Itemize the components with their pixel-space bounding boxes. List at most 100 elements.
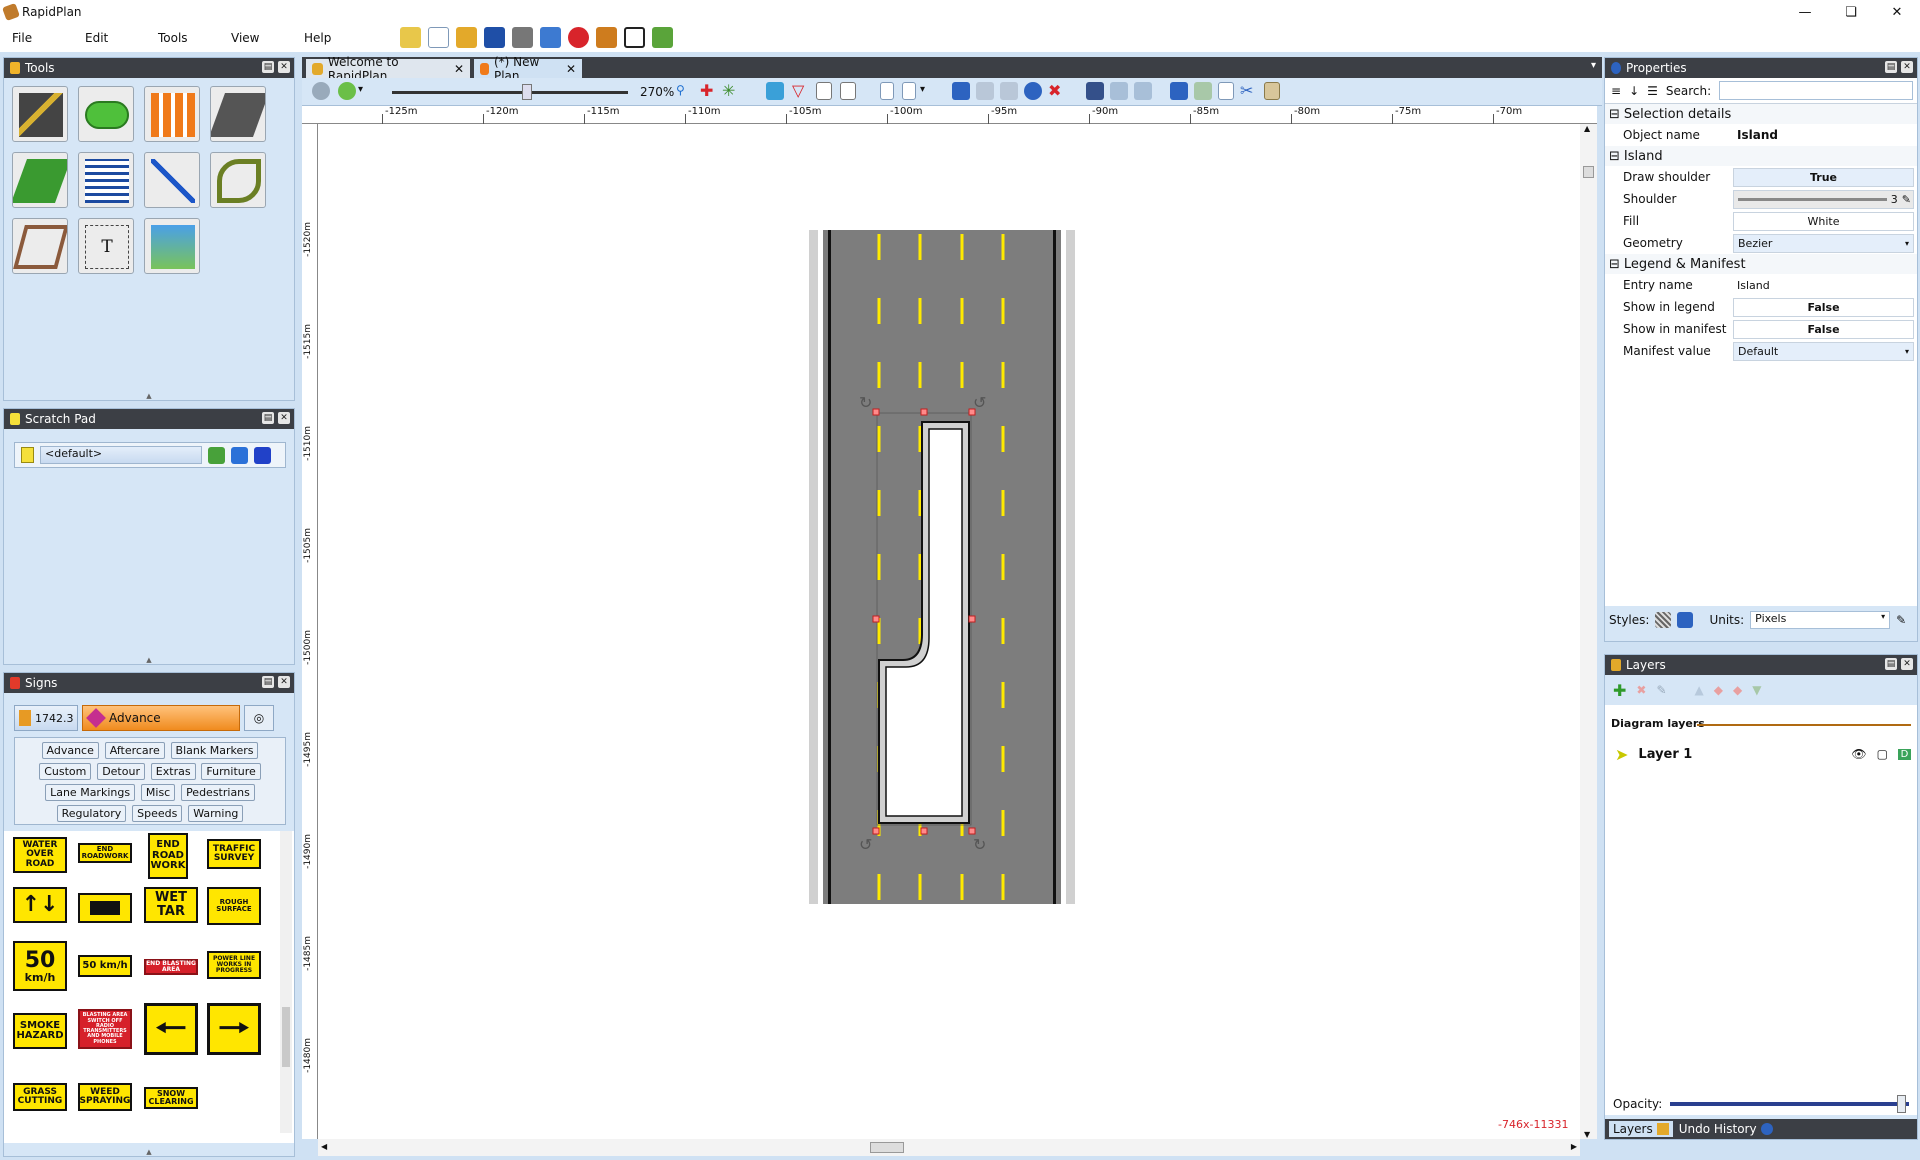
rotate-handle-icon[interactable]: ↺ — [973, 393, 986, 412]
menu-view[interactable]: View — [219, 31, 292, 45]
resize-handle[interactable] — [872, 827, 880, 835]
resize-handle[interactable] — [920, 827, 928, 835]
binoculars-icon[interactable]: ◎ — [244, 705, 274, 731]
edit-icon[interactable]: ✎ — [1902, 193, 1911, 206]
sign-arrow-left[interactable]: 🠐 — [144, 1003, 198, 1055]
arrow-left-icon[interactable] — [208, 446, 225, 464]
tool-lane-marking[interactable] — [210, 86, 266, 142]
sign-weed-spraying[interactable]: WEED SPRAYING — [78, 1083, 132, 1111]
tab-list-chevron-icon[interactable]: ▾ — [1591, 60, 1596, 71]
scratch-pad-grip[interactable]: ▲ — [4, 656, 294, 664]
sign-list-scrollbar[interactable] — [280, 831, 292, 1133]
north-icon[interactable]: ✳ — [722, 81, 735, 100]
tools-panel-grip[interactable]: ▲ — [4, 392, 294, 400]
sign-category-select[interactable]: Advance — [82, 705, 240, 731]
layer-name[interactable]: Layer 1 — [1638, 747, 1841, 762]
sign-truck[interactable] — [78, 893, 132, 923]
filter-custom[interactable]: Custom — [39, 763, 92, 780]
sign-arrow-right[interactable]: 🠒 — [207, 1003, 261, 1055]
cut-icon[interactable]: ✂ — [1240, 81, 1253, 100]
sign-grass-cutting[interactable]: GRASS CUTTING — [13, 1083, 67, 1111]
sign-two-way-traffic[interactable]: ↑↓ — [13, 887, 67, 923]
resize-handle[interactable] — [872, 408, 880, 416]
filter-misc[interactable]: Misc — [140, 784, 176, 801]
delete-icon[interactable]: ✖ — [1048, 81, 1061, 100]
send-back-icon[interactable] — [1134, 82, 1152, 100]
merge-icon[interactable]: ◆ — [1714, 683, 1723, 697]
move-up-icon[interactable]: ▲ — [1695, 683, 1704, 697]
show-manifest-value[interactable]: False — [1733, 319, 1914, 339]
open-folder-icon[interactable] — [456, 27, 477, 48]
section-selection-details[interactable]: ⊟ Selection details — [1605, 104, 1917, 124]
sign-traffic-survey[interactable]: TRAFFIC SURVEY — [207, 839, 261, 869]
signs-panel-grip[interactable]: ▲ — [4, 1148, 294, 1156]
eye-icon[interactable]: 👁 — [1851, 747, 1866, 761]
layer-properties-icon[interactable]: ✎ — [1656, 683, 1666, 697]
sign-rough-surface[interactable]: ROUGH SURFACE — [207, 887, 261, 925]
globe-icon[interactable] — [312, 82, 330, 100]
pin-icon[interactable]: ▤ — [1885, 61, 1897, 73]
sign-count-button[interactable]: 1742.3 — [14, 705, 78, 731]
tool-text[interactable]: T — [78, 218, 134, 274]
resize-handle[interactable] — [968, 615, 976, 623]
section-legend-manifest[interactable]: ⊟ Legend & Manifest — [1605, 254, 1917, 274]
scratch-pad-select[interactable]: <default> — [40, 446, 202, 464]
styles-icon[interactable] — [1655, 612, 1672, 628]
filter-icon[interactable]: ▽ — [792, 81, 804, 100]
tool-table[interactable] — [78, 152, 134, 208]
delete-layer-icon[interactable]: ✖ — [1636, 683, 1646, 697]
resize-handle[interactable] — [872, 615, 880, 623]
tool-polygon[interactable] — [12, 218, 68, 274]
expand-icon[interactable]: ✎ — [1896, 613, 1906, 627]
ungroup-icon[interactable] — [976, 82, 994, 100]
filter-extras[interactable]: Extras — [150, 763, 196, 780]
menu-edit[interactable]: Edit — [73, 31, 146, 45]
canvas-horizontal-scrollbar[interactable]: ◀ ▶ — [318, 1139, 1580, 1156]
move-down-icon[interactable]: ▼ — [1752, 683, 1761, 697]
sign-power-line-works[interactable]: POWER LINE WORKS IN PROGRESS — [207, 951, 261, 979]
collapse-icon[interactable]: ⊟ — [1609, 107, 1620, 122]
rotate-handle-icon[interactable]: ↻ — [973, 835, 986, 854]
canvas-vertical-scrollbar[interactable]: ▲ ▼ — [1580, 124, 1597, 1139]
menu-help[interactable]: Help — [292, 31, 365, 45]
flip-icon[interactable] — [1086, 82, 1104, 100]
rotate-handle-icon[interactable]: ↻ — [859, 393, 872, 412]
opacity-slider-thumb[interactable] — [1896, 1095, 1906, 1113]
collapse-icon[interactable]: ⊟ — [1609, 149, 1620, 164]
align-icon[interactable] — [1000, 82, 1018, 100]
zoom-slider[interactable] — [392, 91, 628, 94]
page-setup-icon[interactable] — [902, 82, 916, 100]
plus-icon[interactable] — [254, 446, 271, 464]
arrow-right-icon[interactable] — [231, 446, 248, 464]
layer-row[interactable]: ➤ Layer 1 👁 ▢ D — [1615, 743, 1911, 765]
close-icon[interactable]: ✕ — [278, 412, 290, 424]
sign-smoke-hazard[interactable]: SMOKE HAZARD — [13, 1013, 67, 1049]
print-icon[interactable] — [512, 27, 533, 48]
tool-cones[interactable] — [144, 86, 200, 142]
close-window-button[interactable]: ✕ — [1874, 0, 1920, 24]
close-tab-icon[interactable]: ✕ — [454, 62, 464, 76]
undo-icon[interactable] — [1170, 82, 1188, 100]
filter-pedestrians[interactable]: Pedestrians — [181, 784, 255, 801]
restore-button[interactable]: ❏ — [1828, 0, 1874, 24]
pin-icon[interactable]: ▤ — [1885, 658, 1897, 670]
filter-aftercare[interactable]: Aftercare — [104, 742, 165, 759]
sign-speed-50-small[interactable]: 50 km/h — [78, 955, 132, 977]
tab-layers[interactable]: Layers — [1609, 1121, 1673, 1137]
group-icon[interactable] — [952, 82, 970, 100]
redo-icon[interactable] — [1194, 82, 1212, 100]
export-icon[interactable] — [540, 27, 561, 48]
minimize-button[interactable]: — — [1782, 0, 1828, 24]
sign-end-blasting-area[interactable]: END BLASTING AREA — [144, 959, 198, 975]
sign-blasting-area[interactable]: BLASTING AREA SWITCH OFF RADIO TRANSMITT… — [78, 1009, 132, 1049]
categorized-icon[interactable]: ≡ — [1611, 84, 1621, 98]
default-layer-icon[interactable]: D — [1898, 748, 1911, 760]
tab-undo-history[interactable]: Undo History — [1679, 1122, 1773, 1136]
show-legend-value[interactable]: False — [1733, 297, 1914, 317]
chevron-down-icon[interactable]: ▾ — [358, 84, 363, 95]
close-icon[interactable]: ✕ — [1901, 61, 1913, 73]
tool-road[interactable] — [12, 86, 68, 142]
geometry-select[interactable]: Bezier ▾ — [1733, 233, 1914, 253]
pin-icon[interactable]: ▤ — [262, 676, 274, 688]
zoom-preset-icon[interactable] — [338, 82, 356, 100]
